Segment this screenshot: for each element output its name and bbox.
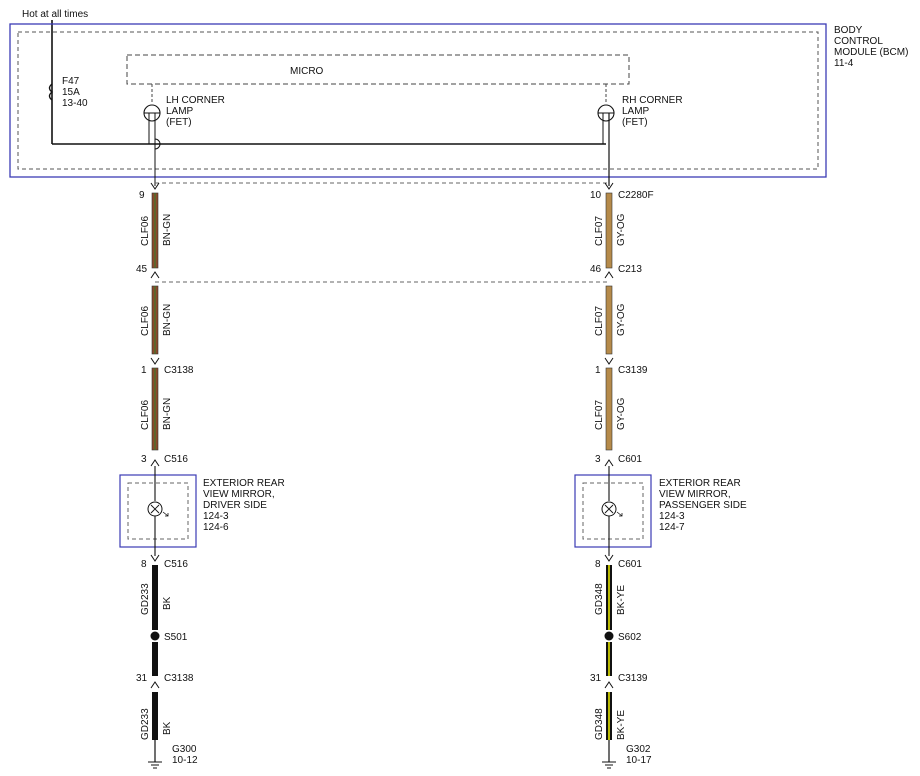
right-seg1-circuit: CLF07 xyxy=(594,216,605,246)
right-circuit: 10 C2280F CLF07 GY-OG 46 C213 CLF07 GY-O… xyxy=(574,182,747,769)
right-pin-31: 31 xyxy=(590,673,602,684)
lh-lamp-line-2: LAMP xyxy=(166,106,194,117)
passenger-lamp-light-arrow xyxy=(616,511,623,517)
driver-mirror-line-1: EXTERIOR REAR xyxy=(203,478,285,489)
left-wire-segment-4[interactable] xyxy=(152,565,158,630)
right-connector-c213: C213 xyxy=(618,264,642,275)
left-wire-segment-4b[interactable] xyxy=(152,642,158,676)
right-pin-3-marker xyxy=(604,459,614,467)
rh-lamp-line-2: LAMP xyxy=(622,106,650,117)
right-seg4-color: BK-YE xyxy=(616,585,627,615)
driver-mirror-line-4: 124-3 xyxy=(203,511,229,522)
left-pin-3: 3 xyxy=(141,454,147,465)
left-seg5-color: BK xyxy=(162,721,173,735)
micro-label: MICRO xyxy=(290,66,324,77)
passenger-mirror-line-5: 124-7 xyxy=(659,522,685,533)
right-splice-s602 xyxy=(604,631,614,641)
right-seg2-circuit: CLF07 xyxy=(594,306,605,336)
left-seg3-circuit: CLF06 xyxy=(140,400,151,430)
right-connector-c601-in: C601 xyxy=(618,454,642,465)
driver-lamp-light-arrow xyxy=(162,511,169,517)
left-splice-s501 xyxy=(150,631,160,641)
rh-lamp-line-1: RH CORNER xyxy=(622,95,683,106)
right-connector-c601-out: C601 xyxy=(618,559,642,570)
right-pin-46-marker xyxy=(604,271,614,279)
passenger-mirror-line-2: VIEW MIRROR, xyxy=(659,489,731,500)
right-pin-46: 46 xyxy=(590,264,602,275)
left-wire-segment-5[interactable] xyxy=(152,692,158,740)
left-seg2-color: BN-GN xyxy=(162,304,173,336)
left-pin-1: 1 xyxy=(141,365,147,376)
left-splice-label: S501 xyxy=(164,632,188,643)
driver-mirror-line-3: DRIVER SIDE xyxy=(203,500,267,511)
right-splice-label: S602 xyxy=(618,632,642,643)
wiring-diagram: Hot at all times BODY CONTROL MODULE (BC… xyxy=(9,9,908,769)
bcm-inner-outline xyxy=(17,31,819,170)
left-seg5-circuit: GD233 xyxy=(140,708,151,740)
left-connector-c3138b: C3138 xyxy=(164,673,194,684)
bcm-module-outline[interactable] xyxy=(9,23,827,178)
lh-lamp-line-1: LH CORNER xyxy=(166,95,225,106)
right-pin-31-marker xyxy=(604,681,614,689)
left-seg4-circuit: GD233 xyxy=(140,583,151,615)
left-ground-ref: 10-12 xyxy=(172,755,198,766)
left-pin-31: 31 xyxy=(136,673,148,684)
left-seg1-color: BN-GN xyxy=(162,214,173,246)
left-pin-45: 45 xyxy=(136,264,148,275)
left-pin-45-marker xyxy=(150,271,160,279)
right-connector-c3139: C3139 xyxy=(618,365,648,376)
right-ground-ref: 10-17 xyxy=(626,755,652,766)
right-seg4-circuit: GD348 xyxy=(594,583,605,615)
passenger-mirror-line-1: EXTERIOR REAR xyxy=(659,478,741,489)
right-seg3-color: GY-OG xyxy=(616,397,627,430)
right-ground-label: G302 xyxy=(626,744,651,755)
rh-lamp-line-3: (FET) xyxy=(622,117,648,128)
bcm-title-2: CONTROL xyxy=(834,36,883,47)
left-pin-9: 9 xyxy=(139,190,145,201)
left-pin-3-marker xyxy=(150,459,160,467)
right-pin-8: 8 xyxy=(595,559,601,570)
passenger-mirror-line-4: 124-3 xyxy=(659,511,685,522)
right-pin-10: 10 xyxy=(590,190,602,201)
left-pin-8: 8 xyxy=(141,559,147,570)
fuse-rating: 15A xyxy=(62,87,80,98)
lh-lamp-line-3: (FET) xyxy=(166,117,192,128)
right-seg5-circuit: GD348 xyxy=(594,708,605,740)
right-pin-3: 3 xyxy=(595,454,601,465)
right-wire-segment-3[interactable] xyxy=(605,367,613,451)
left-connector-c516-in: C516 xyxy=(164,454,188,465)
left-connector-c3138: C3138 xyxy=(164,365,194,376)
left-pin-31-marker xyxy=(150,681,160,689)
left-seg2-circuit: CLF06 xyxy=(140,306,151,336)
left-circuit: 9 CLF06 BN-GN 45 CLF06 BN-GN 1 C3138 CLF… xyxy=(119,182,285,769)
left-seg4-color: BK xyxy=(162,596,173,610)
left-pin-1-marker xyxy=(150,357,160,365)
right-wire-segment-2[interactable] xyxy=(605,285,613,355)
fuse-ref: 13-40 xyxy=(62,98,88,109)
left-seg3-color: BN-GN xyxy=(162,398,173,430)
right-pin-1-marker xyxy=(604,357,614,365)
right-connector-c2280f: C2280F xyxy=(618,190,654,201)
power-label: Hot at all times xyxy=(22,9,88,20)
bcm-title-3: MODULE (BCM) xyxy=(834,47,908,58)
right-seg1-color: GY-OG xyxy=(616,213,627,246)
right-seg5-color: BK-YE xyxy=(616,710,627,740)
fuse-name: F47 xyxy=(62,76,80,87)
driver-mirror-line-5: 124-6 xyxy=(203,522,229,533)
right-wire-segment-1[interactable] xyxy=(605,192,613,269)
left-seg1-circuit: CLF06 xyxy=(140,216,151,246)
right-seg3-circuit: CLF07 xyxy=(594,400,605,430)
bcm-title-1: BODY xyxy=(834,25,863,36)
driver-mirror-line-2: VIEW MIRROR, xyxy=(203,489,275,500)
left-ground-label: G300 xyxy=(172,744,197,755)
passenger-mirror-line-3: PASSENGER SIDE xyxy=(659,500,747,511)
right-pin-1: 1 xyxy=(595,365,601,376)
micro-box xyxy=(126,54,630,85)
right-seg2-color: GY-OG xyxy=(616,303,627,336)
left-connector-c516-out: C516 xyxy=(164,559,188,570)
right-connector-c3139b: C3139 xyxy=(618,673,648,684)
bcm-title-4: 11-4 xyxy=(834,58,854,69)
